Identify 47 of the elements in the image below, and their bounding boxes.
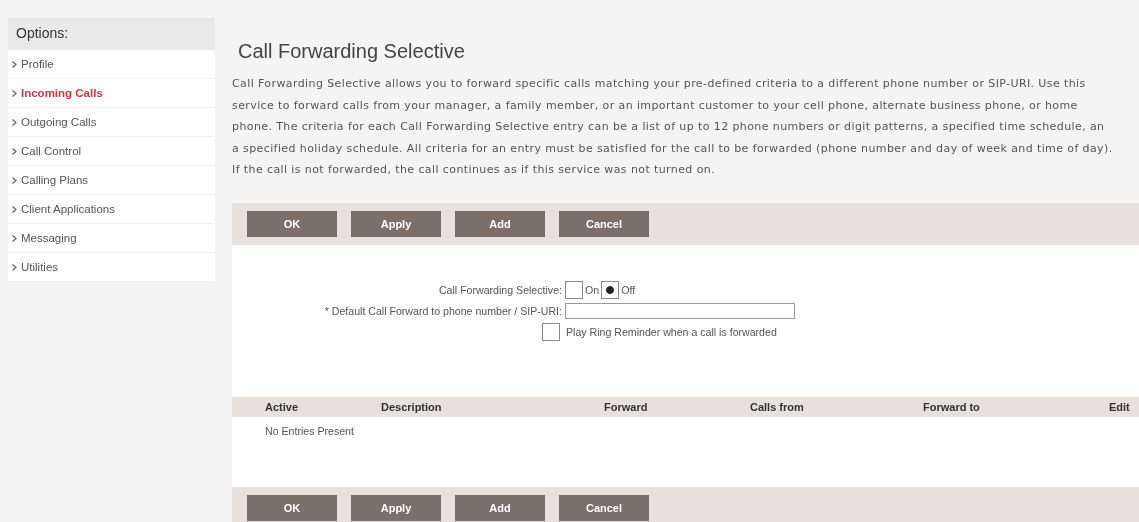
sidebar-item[interactable]: Incoming Calls [8, 79, 215, 108]
ok-button[interactable]: OK [247, 210, 337, 237]
apply-button[interactable]: Apply [351, 210, 441, 237]
field-label: * Default Call Forward to phone number / SIP-URI: [323, 304, 562, 317]
description-line: a specified holiday schedule. All criteria for an entry must be satisfied for the call to be forwarded (phone number and day of week and time of day). [232, 140, 1113, 157]
chevron-icon [12, 89, 17, 97]
chevron-icon [12, 118, 17, 126]
description-line: Call Forwarding Selective allows you to forward specific calls matching your pre-defined criteria to a different phone number or SIP-URI. Use this [232, 76, 1086, 92]
chevron-icon [12, 60, 17, 68]
column-header: Description [381, 400, 443, 413]
column-header: Active [265, 400, 300, 413]
sidebar-item[interactable]: Profile [8, 50, 215, 79]
field-label: Call Forwarding Selective: [437, 283, 562, 296]
column-header: Forward to [923, 400, 981, 413]
page-title: Call Forwarding Selective [238, 40, 465, 63]
apply-button[interactable]: Apply [351, 494, 441, 521]
description-line: If the call is not forwarded, the call continues as if this service was not turned on. [232, 162, 716, 178]
add-button[interactable]: Add [455, 494, 545, 521]
add-button[interactable]: Add [455, 210, 545, 237]
column-header: Forward [604, 400, 649, 413]
cancel-button[interactable]: Cancel [559, 494, 649, 521]
description-line: phone. The criteria for each Call Forwarding Selective entry can be a list of up to 12 phone numbers or digit patterns, a specified time schedule, an [232, 119, 1105, 135]
sidebar-item[interactable]: Messaging [8, 224, 215, 253]
cancel-button[interactable]: Cancel [559, 210, 649, 237]
chevron-icon [12, 234, 17, 242]
chevron-icon [12, 176, 17, 184]
sidebar-item[interactable]: Utilities [8, 253, 215, 282]
checkbox-label: Play Ring Reminder when a call is forwarded [566, 325, 777, 338]
column-header: Calls from [750, 400, 805, 413]
ok-button[interactable]: OK [247, 494, 337, 521]
chevron-icon [12, 263, 17, 271]
sidebar-item[interactable]: Calling Plans [8, 166, 215, 195]
radio-button[interactable] [565, 280, 583, 299]
sidebar-item[interactable]: Outgoing Calls [8, 108, 215, 137]
checkbox[interactable] [542, 322, 560, 341]
sidebar-item[interactable]: Call Control [8, 137, 215, 166]
radio-label: Off [621, 283, 636, 296]
radio-label: On [585, 283, 600, 296]
column-header: Edit [1109, 400, 1131, 413]
chevron-icon [12, 147, 17, 155]
empty-message: No Entries Present [264, 423, 355, 439]
chevron-icon [12, 205, 17, 213]
input-field[interactable] [565, 302, 795, 319]
radio-button[interactable] [601, 280, 620, 299]
options-title: Options: [8, 18, 215, 50]
sidebar-item[interactable]: Client Applications [8, 195, 215, 224]
description-line: service to forward calls from your manager, a family member, or an important customer to your cell phone, alternate business phone, or home [232, 97, 1078, 114]
